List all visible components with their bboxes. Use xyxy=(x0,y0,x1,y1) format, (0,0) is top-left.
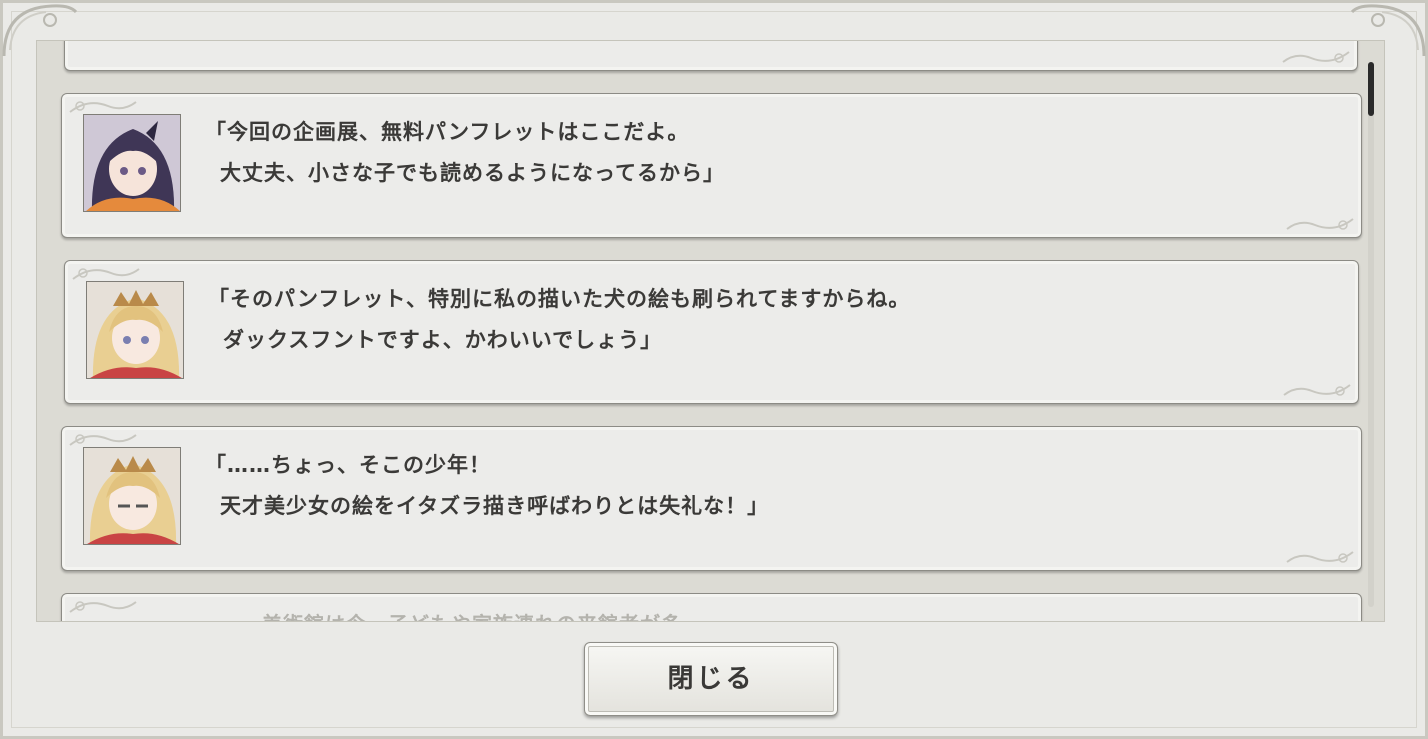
scroll-ornament-icon xyxy=(1286,551,1354,563)
dialogue-line: 天才美少女の絵をイタズラ描き呼ばわりとは失礼な！」 xyxy=(220,494,770,518)
backlog-list[interactable]: 「今回の企画展、無料パンフレットはここだよ。 大丈夫、小さな子でも読めるようにな… xyxy=(36,40,1385,622)
scroll-ornament-icon xyxy=(1283,384,1351,396)
dialogue-line: ダックスフントですよ、かわいいでしょう」 xyxy=(223,328,663,352)
dialogue-line: 「……ちょっ、そこの少年！ xyxy=(205,453,491,477)
list-item: 「今回の企画展、無料パンフレットはここだよ。 大丈夫、小さな子でも読めるようにな… xyxy=(61,93,1362,238)
scrollbar-thumb[interactable] xyxy=(1368,62,1374,116)
list-item: 「……ちょっ、そこの少年！ 天才美少女の絵をイタズラ描き呼ばわりとは失礼な！」 xyxy=(61,426,1362,571)
scroll-ornament-icon xyxy=(1286,218,1354,230)
list-item xyxy=(64,41,1358,71)
dialogue-line: 美術館は今、子どもや家族連れの来館者が多 xyxy=(262,608,682,621)
avatar xyxy=(86,281,184,379)
scroll-ornament-icon xyxy=(69,434,137,446)
dialogue-line: 「そのパンフレット、特別に私の描いた犬の絵も刷られてますからね。 xyxy=(208,287,911,311)
scroll-ornament-icon xyxy=(69,601,137,613)
avatar xyxy=(83,447,181,545)
close-button[interactable]: 閉じる xyxy=(584,642,838,716)
list-item: 美術館は今、子どもや家族連れの来館者が多 xyxy=(61,593,1362,621)
scroll-ornament-icon xyxy=(69,101,137,113)
list-item: 「そのパンフレット、特別に私の描いた犬の絵も刷られてますからね。 ダックスフント… xyxy=(64,260,1359,404)
dialogue-line: 「今回の企画展、無料パンフレットはここだよ。 xyxy=(205,120,690,144)
scroll-ornament-icon xyxy=(1282,51,1350,63)
scroll-ornament-icon xyxy=(72,268,140,280)
dialogue-line: 大丈夫、小さな子でも読めるようになってるから」 xyxy=(220,161,725,185)
avatar xyxy=(83,114,181,212)
scrollbar[interactable] xyxy=(1368,62,1374,607)
